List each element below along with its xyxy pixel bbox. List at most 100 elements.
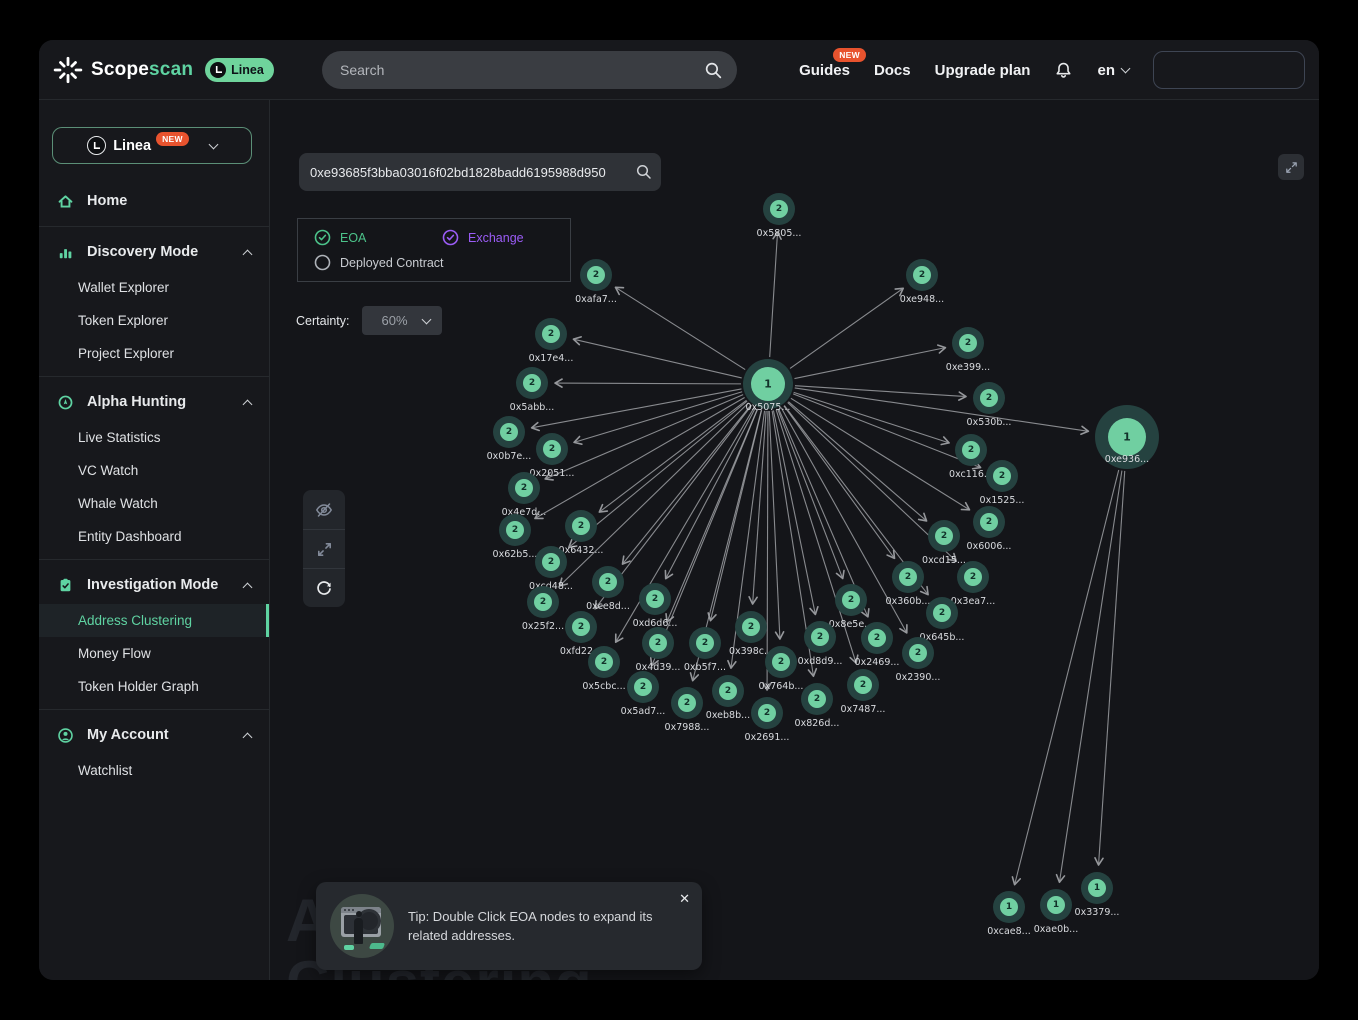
svg-text:2: 2 <box>764 708 770 718</box>
nav-guides[interactable]: Guides NEW <box>799 62 850 79</box>
sidebar-item-home[interactable]: Home <box>39 182 269 220</box>
graph-node[interactable]: 20xeb8b... <box>706 675 750 721</box>
notifications-button[interactable] <box>1054 61 1073 80</box>
sidebar-group-discovery-mode[interactable]: Discovery Mode <box>39 233 269 271</box>
sidebar-item-token-holder-graph[interactable]: Token Holder Graph <box>39 670 269 703</box>
graph-edge <box>1099 471 1125 865</box>
graph-edge <box>535 397 745 518</box>
tip-text: Tip: Double Click EOA nodes to expand it… <box>408 907 688 945</box>
svg-text:0x2469...: 0x2469... <box>855 657 900 668</box>
graph-node[interactable]: 20x7988... <box>665 687 710 733</box>
bar-chart-icon <box>57 244 74 261</box>
chain-selector[interactable]: Linea NEW <box>52 127 252 164</box>
graph-node[interactable]: 20x5ad7... <box>621 671 666 717</box>
address-input[interactable] <box>310 165 635 180</box>
graph-node[interactable]: 20x6432... <box>559 510 604 556</box>
search-input[interactable] <box>340 62 704 78</box>
legend-deployed-contract[interactable]: Deployed Contract <box>314 254 570 271</box>
graph-node[interactable]: 20x5abb... <box>510 367 555 413</box>
scopescan-logo-icon <box>53 55 83 85</box>
svg-text:2: 2 <box>578 622 584 632</box>
graph-node[interactable]: 20x5805... <box>757 193 802 239</box>
expand-graph-button[interactable] <box>303 529 345 568</box>
close-icon[interactable]: ✕ <box>679 892 690 905</box>
sidebar-group-investigation-mode[interactable]: Investigation Mode <box>39 566 269 604</box>
graph-node[interactable]: 20x6006... <box>967 506 1012 552</box>
sidebar-item-watchlist[interactable]: Watchlist <box>39 754 269 787</box>
certainty-control: Certainty: 60% <box>296 306 442 335</box>
graph-node[interactable]: 10xae0b... <box>1034 889 1078 935</box>
svg-text:0xeb8b...: 0xeb8b... <box>706 710 750 721</box>
graph-node[interactable]: 20xd6d6... <box>633 583 678 629</box>
svg-text:1: 1 <box>1006 902 1012 912</box>
graph-node[interactable]: 20x8e5e... <box>829 584 874 630</box>
graph-node[interactable]: 20xb5f7... <box>684 627 726 673</box>
graph-node[interactable]: 20x62b5... <box>493 514 538 560</box>
svg-text:2: 2 <box>548 557 554 567</box>
graph-node[interactable]: 20x0b7e... <box>487 416 532 462</box>
nav-upgrade-plan[interactable]: Upgrade plan <box>935 62 1031 79</box>
global-search <box>322 51 737 89</box>
graph-node[interactable]: 20x1525... <box>980 460 1025 506</box>
sidebar-group-my-account[interactable]: My Account <box>39 716 269 754</box>
graph-node[interactable]: 20x360b... <box>886 561 931 607</box>
sidebar-item-project-explorer[interactable]: Project Explorer <box>39 337 269 370</box>
svg-text:2: 2 <box>593 270 599 280</box>
certainty-select[interactable]: 60% <box>362 306 442 335</box>
chain-badge: Linea <box>205 58 274 82</box>
graph-node[interactable]: 10x5075... <box>743 359 793 413</box>
svg-text:0x3ea7...: 0x3ea7... <box>951 596 995 607</box>
language-selector[interactable]: en <box>1097 62 1129 79</box>
svg-text:0xcd15...: 0xcd15... <box>922 555 966 566</box>
graph-node[interactable]: 20x2051... <box>530 433 575 479</box>
divider <box>39 709 269 710</box>
sidebar-item-wallet-explorer[interactable]: Wallet Explorer <box>39 271 269 304</box>
svg-text:2: 2 <box>939 608 945 618</box>
sidebar-item-address-clustering[interactable]: Address Clustering <box>39 604 269 637</box>
graph-node[interactable]: 20x17e4... <box>529 318 574 364</box>
app-window: Scopescan Linea Guides NEW Docs Upgrade … <box>39 40 1319 980</box>
svg-text:2: 2 <box>968 445 974 455</box>
graph-node[interactable]: 20x530b... <box>967 382 1012 428</box>
graph-node[interactable]: 20x4d39... <box>636 627 681 673</box>
graph-node[interactable]: 20x2691... <box>745 697 790 743</box>
sidebar-item-entity-dashboard[interactable]: Entity Dashboard <box>39 520 269 553</box>
graph-node[interactable]: 2 0xafa7... <box>575 259 617 305</box>
graph-panel: Address Clustering 10x5075...10xe936...2… <box>270 100 1319 980</box>
graph-node[interactable]: 20xcd15... <box>922 520 966 566</box>
brand[interactable]: Scopescan Linea <box>39 55 274 85</box>
wallet-connect-button[interactable] <box>1153 51 1305 89</box>
user-icon <box>57 727 74 744</box>
graph-edge <box>1059 471 1121 883</box>
graph-node[interactable]: 10xcae8... <box>987 891 1031 937</box>
nav-docs[interactable]: Docs <box>874 62 911 79</box>
graph-node[interactable]: 10x3379... <box>1075 872 1120 918</box>
svg-text:2: 2 <box>848 595 854 605</box>
svg-text:2: 2 <box>970 572 976 582</box>
legend-eoa[interactable]: EOA <box>314 229 442 246</box>
graph-node[interactable]: 20x7487... <box>841 669 886 715</box>
sidebar-item-vc-watch[interactable]: VC Watch <box>39 454 269 487</box>
svg-text:0x1525...: 0x1525... <box>980 495 1025 506</box>
refresh-button[interactable] <box>303 568 345 607</box>
hide-labels-button[interactable] <box>303 490 345 529</box>
graph-node[interactable]: 20x2390... <box>896 637 941 683</box>
graph-node[interactable]: 2 0x3ea7... <box>951 561 995 607</box>
sidebar-item-whale-watch[interactable]: Whale Watch <box>39 487 269 520</box>
graph-node[interactable]: 10xe936... <box>1095 405 1159 469</box>
sidebar-item-token-explorer[interactable]: Token Explorer <box>39 304 269 337</box>
svg-text:0xafa7...: 0xafa7... <box>575 294 617 305</box>
graph-node[interactable]: 20x25f2... <box>522 586 564 632</box>
graph-node[interactable]: 20xe399... <box>946 327 990 373</box>
graph-node[interactable]: 20xe948... <box>900 259 944 305</box>
sidebar-group-alpha-hunting[interactable]: Alpha Hunting <box>39 383 269 421</box>
svg-text:0xce8d...: 0xce8d... <box>586 601 630 612</box>
refresh-icon <box>314 578 334 598</box>
sidebar-item-live-statistics[interactable]: Live Statistics <box>39 421 269 454</box>
fullscreen-button[interactable] <box>1278 154 1304 180</box>
header-nav: Guides NEW Docs Upgrade plan en <box>799 40 1311 100</box>
compass-icon <box>57 394 74 411</box>
linea-icon <box>210 62 226 78</box>
sidebar-item-money-flow[interactable]: Money Flow <box>39 637 269 670</box>
legend-exchange[interactable]: Exchange <box>442 229 570 246</box>
